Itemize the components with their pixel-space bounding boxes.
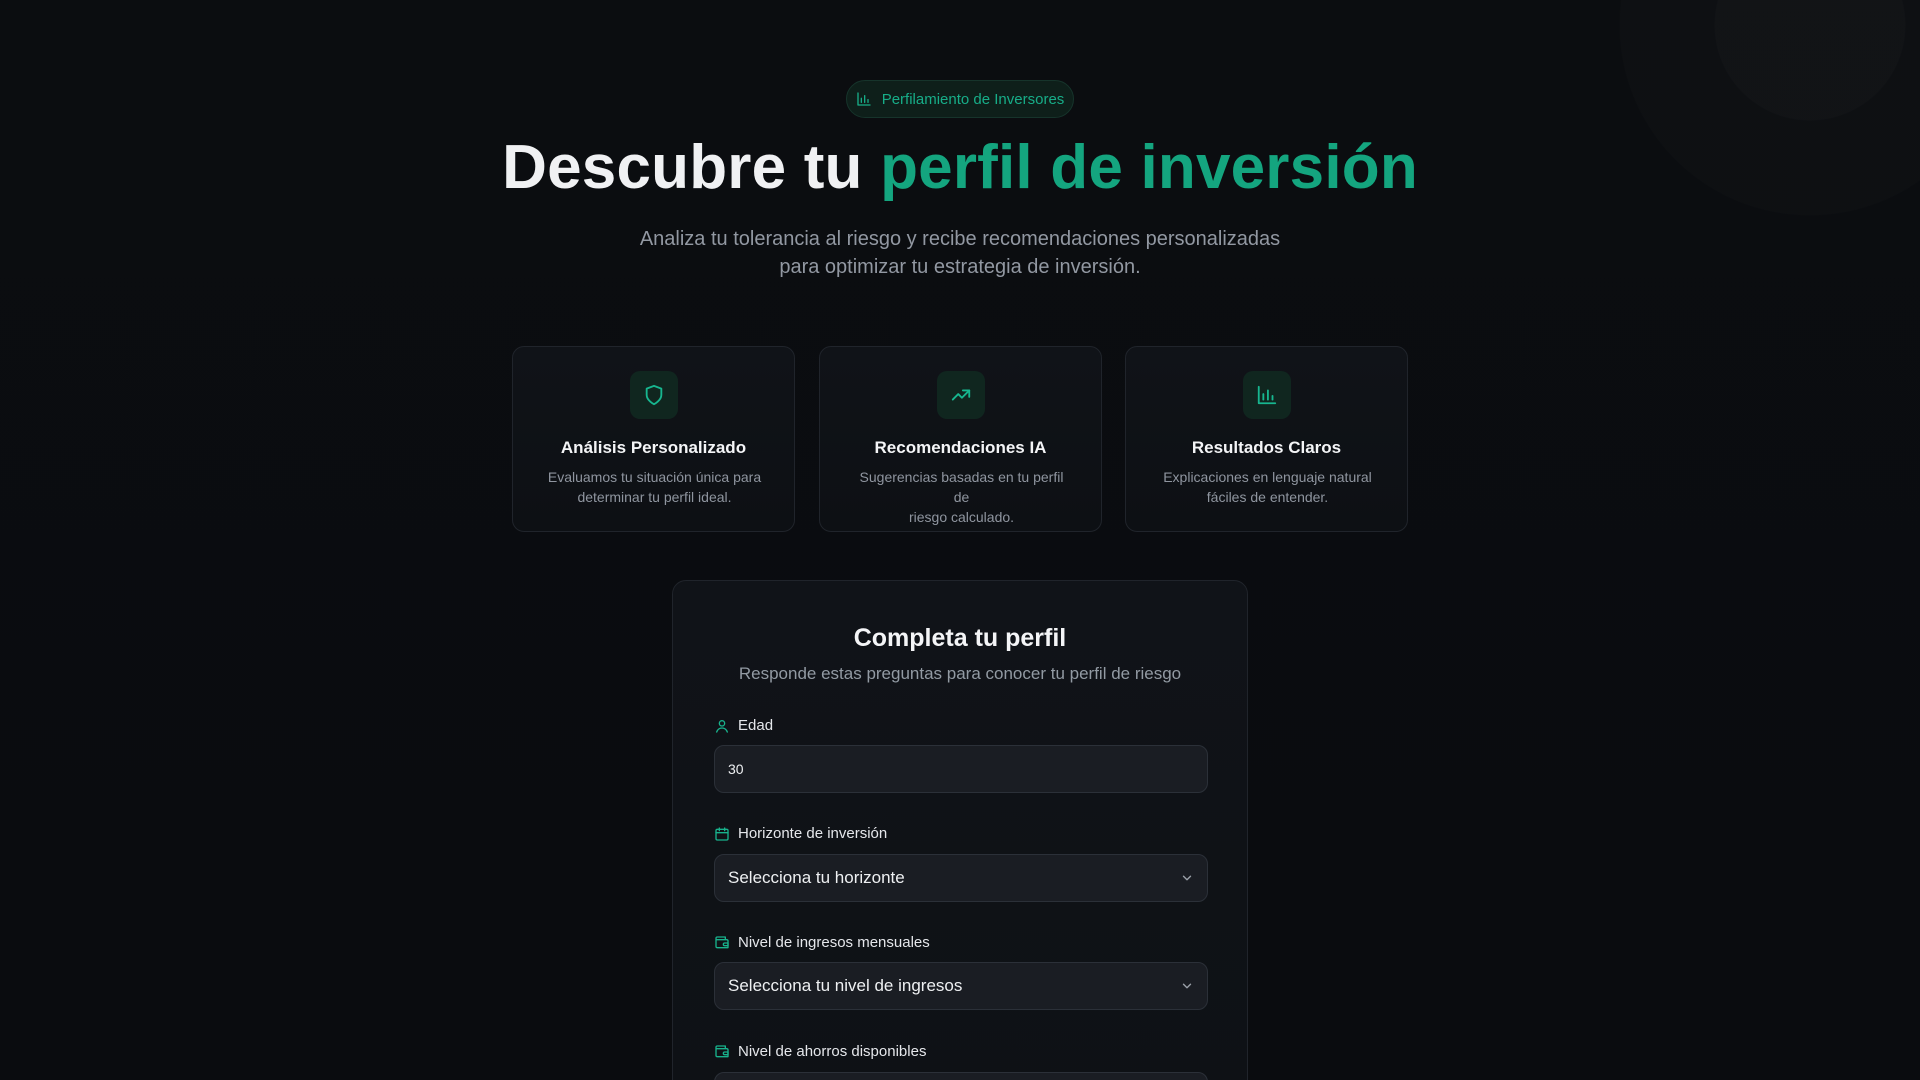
available-savings-label: Nivel de ahorros disponibles <box>714 1043 926 1060</box>
investment-horizon-label-text: Horizonte de inversión <box>738 825 888 842</box>
feature-description-line-1: Explicaciones en lenguaje natural <box>1163 469 1372 485</box>
feature-description-line-2: riesgo calculado. <box>908 509 1015 525</box>
feature-description-line-2: determinar tu perfil ideal. <box>577 489 732 505</box>
form-subtitle: Responde estas preguntas para conocer tu… <box>738 664 1182 683</box>
chevron-down-icon <box>1180 871 1194 885</box>
calendar-icon <box>714 826 730 842</box>
monthly-income-select[interactable]: Selecciona tu nivel de ingresos <box>714 962 1208 1010</box>
investment-horizon-label: Horizonte de inversión <box>714 825 887 842</box>
bar-chart-icon <box>1243 371 1291 419</box>
age-input-value: 30 <box>728 761 744 777</box>
feature-card-personalized-analysis: Análisis Personalizado Evaluamos tu situ… <box>512 346 795 532</box>
profile-form-card: Completa tu perfil Responde estas pregun… <box>672 580 1248 1080</box>
feature-description: Explicaciones en lenguaje natural fácile… <box>1156 467 1379 507</box>
bar-chart-icon <box>856 91 872 107</box>
feature-card-clear-results: Resultados Claros Explicaciones en lengu… <box>1125 346 1408 532</box>
feature-card-ai-recommendations: Recomendaciones IA Sugerencias basadas e… <box>819 346 1102 532</box>
shield-icon <box>630 371 678 419</box>
investment-horizon-select[interactable]: Selecciona tu horizonte <box>714 854 1208 902</box>
hero-title-prefix: Descubre tu <box>502 133 881 202</box>
user-icon <box>714 718 730 734</box>
age-label-text: Edad <box>738 717 774 734</box>
age-label: Edad <box>714 717 773 734</box>
feature-description-line-1: Evaluamos tu situación única para <box>547 469 762 485</box>
monthly-income-placeholder: Selecciona tu nivel de ingresos <box>728 976 963 995</box>
feature-description: Evaluamos tu situación única para determ… <box>543 467 766 507</box>
feature-title: Análisis Personalizado <box>560 438 747 457</box>
investor-profiling-badge: Perfilamiento de Inversores <box>846 80 1074 118</box>
feature-title: Resultados Claros <box>1191 438 1342 457</box>
hero-subtitle-line-2: para optimizar tu estrategia de inversió… <box>779 256 1141 278</box>
hero-title-accent: perfil de inversión <box>880 133 1418 202</box>
form-title: Completa tu perfil <box>853 624 1067 652</box>
monthly-income-label-text: Nivel de ingresos mensuales <box>738 934 930 951</box>
wallet-icon <box>714 1044 730 1060</box>
available-savings-label-text: Nivel de ahorros disponibles <box>738 1043 927 1060</box>
trend-up-icon <box>937 371 985 419</box>
age-input[interactable]: 30 <box>714 745 1208 793</box>
feature-description-line-2: fáciles de entender. <box>1206 489 1329 505</box>
investor-profile-page: Perfilamiento de Inversores Descubre tu … <box>0 0 1920 1080</box>
hero-subtitle: Analiza tu tolerancia al riesgo y recibe… <box>620 225 1300 281</box>
hero-subtitle-line-1: Analiza tu tolerancia al riesgo y recibe… <box>639 228 1281 250</box>
feature-description: Sugerencias basadas en tu perfil de ries… <box>850 467 1073 527</box>
badge-label: Perfilamiento de Inversores <box>881 90 1065 108</box>
hero-title: Descubre tu perfil de inversión <box>0 132 1920 203</box>
available-savings-select[interactable] <box>714 1072 1208 1080</box>
wallet-icon <box>714 935 730 951</box>
feature-title: Recomendaciones IA <box>874 438 1047 457</box>
feature-description-line-1: Sugerencias basadas en tu perfil de <box>859 469 1064 505</box>
chevron-down-icon <box>1180 979 1194 993</box>
investment-horizon-placeholder: Selecciona tu horizonte <box>728 868 905 887</box>
monthly-income-label: Nivel de ingresos mensuales <box>714 934 930 951</box>
